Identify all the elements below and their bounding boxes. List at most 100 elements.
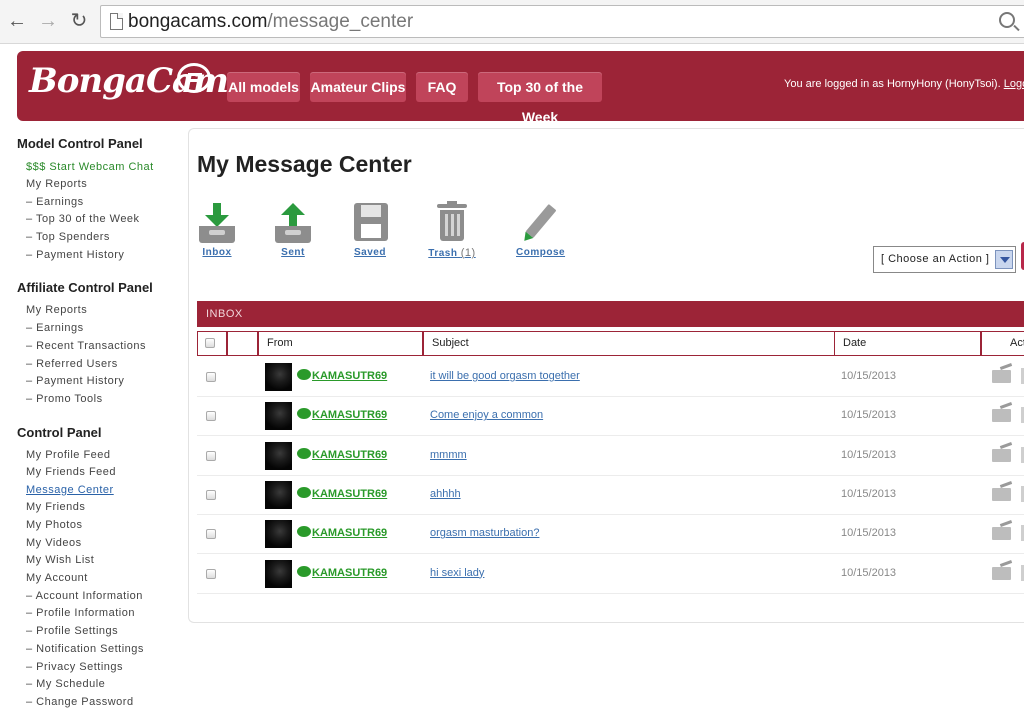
trash-button[interactable]: Trash (1) <box>427 201 477 259</box>
sidebar-item-my-account[interactable]: My Account <box>26 572 88 584</box>
sender-link[interactable]: KAMASUTR69 <box>297 486 387 500</box>
actions-column-header: Actio <box>981 331 1024 356</box>
sidebar-item-wish-list[interactable]: My Wish List <box>26 554 94 566</box>
avatar[interactable] <box>265 480 292 509</box>
nav-all-models[interactable]: All models <box>227 72 300 102</box>
table-row[interactable]: KAMASUTR69 ahhhh 10/15/2013 <box>197 476 1024 515</box>
sidebar-item-my-photos[interactable]: My Photos <box>26 519 82 531</box>
avatar[interactable] <box>265 441 292 470</box>
select-all-checkbox[interactable] <box>205 338 215 348</box>
row-checkbox[interactable] <box>206 489 216 500</box>
sidebar-item-my-friends[interactable]: My Friends <box>26 501 85 513</box>
table-row[interactable]: KAMASUTR69 orgasm masturbation? 10/15/2013 <box>197 515 1024 555</box>
sidebar-item-profile-feed[interactable]: My Profile Feed <box>26 449 111 461</box>
sidebar-item-account-information[interactable]: – Account Information <box>26 590 143 602</box>
sidebar-item-model-earnings[interactable]: – Earnings <box>26 196 84 208</box>
sidebar-item-change-password[interactable]: – Change Password <box>26 696 134 708</box>
row-checkbox[interactable] <box>206 372 216 382</box>
subject-link[interactable]: hi sexi lady <box>430 567 484 579</box>
compose-button[interactable]: Compose <box>516 201 565 258</box>
nav-faq[interactable]: FAQ <box>416 72 468 102</box>
sidebar-item-message-center[interactable]: Message Center <box>26 484 114 496</box>
sidebar-item-privacy-settings[interactable]: – Privacy Settings <box>26 661 123 673</box>
row-checkbox[interactable] <box>206 529 216 540</box>
browser-toolbar: ← → ↻ bongacams.com/message_center <box>0 0 1024 44</box>
from-column-header[interactable]: From <box>258 331 423 356</box>
nav-amateur-clips[interactable]: Amateur Clips <box>310 72 406 102</box>
avatar[interactable] <box>265 559 292 588</box>
table-row[interactable]: KAMASUTR69 mmmm 10/15/2013 <box>197 437 1024 476</box>
message-date: 10/15/2013 <box>841 487 897 500</box>
forward-icon[interactable] <box>992 448 1011 462</box>
sidebar-item-referred-users[interactable]: – Referred Users <box>26 358 118 370</box>
forward-icon[interactable] <box>992 370 1011 383</box>
date-column-header[interactable]: Date <box>834 331 981 356</box>
sidebar-item-model-reports[interactable]: My Reports <box>26 178 87 190</box>
sidebar-item-promo-tools[interactable]: – Promo Tools <box>26 393 103 405</box>
forward-icon[interactable] <box>992 527 1011 541</box>
saved-label[interactable]: Saved <box>350 247 390 258</box>
sidebar-item-my-videos[interactable]: My Videos <box>26 537 82 549</box>
chevron-down-icon[interactable] <box>995 250 1013 269</box>
sent-icon <box>273 201 313 243</box>
sender-link[interactable]: KAMASUTR69 <box>297 408 387 421</box>
message-date: 10/15/2013 <box>841 566 897 579</box>
sidebar-item-my-schedule[interactable]: – My Schedule <box>26 678 105 690</box>
row-checkbox[interactable] <box>206 450 216 461</box>
sidebar-item-affiliate-payment-history[interactable]: – Payment History <box>26 375 124 387</box>
search-icon[interactable] <box>999 12 1015 28</box>
sidebar-item-profile-information[interactable]: – Profile Information <box>26 607 135 619</box>
action-select[interactable]: [ Choose an Action ] <box>873 246 1016 273</box>
action-select-value: [ Choose an Action ] <box>881 253 990 265</box>
saved-button[interactable]: Saved <box>350 201 390 258</box>
sender-link[interactable]: KAMASUTR69 <box>297 447 387 461</box>
subject-link[interactable]: Come enjoy a common <box>430 409 543 421</box>
table-row[interactable]: KAMASUTR69 Come enjoy a common 10/15/2013 <box>197 397 1024 437</box>
message-date: 10/15/2013 <box>841 409 897 422</box>
compose-label[interactable]: Compose <box>516 247 565 258</box>
avatar[interactable] <box>265 402 292 431</box>
avatar[interactable] <box>265 520 292 549</box>
forward-arrow-icon[interactable]: → <box>37 9 59 33</box>
sidebar-item-recent-transactions[interactable]: – Recent Transactions <box>26 340 146 352</box>
subject-link[interactable]: orgasm masturbation? <box>430 527 539 539</box>
sidebar-item-profile-settings[interactable]: – Profile Settings <box>26 625 118 637</box>
forward-icon[interactable] <box>992 487 1011 501</box>
trash-label[interactable]: Trash <box>428 248 457 259</box>
subject-link[interactable]: mmmm <box>430 449 467 461</box>
address-bar[interactable]: bongacams.com/message_center <box>100 5 1024 38</box>
forward-icon[interactable] <box>992 566 1011 580</box>
table-row[interactable]: KAMASUTR69 hi sexi lady 10/15/2013 <box>197 555 1024 594</box>
inbox-button[interactable]: Inbox <box>197 201 237 258</box>
forward-icon[interactable] <box>992 409 1011 423</box>
row-checkbox[interactable] <box>206 411 216 422</box>
message-date: 10/15/2013 <box>841 370 897 382</box>
back-arrow-icon[interactable]: ← <box>6 9 28 33</box>
sender-link[interactable]: KAMASUTR69 <box>297 526 387 539</box>
subject-link[interactable]: ahhhh <box>430 488 461 500</box>
sidebar-item-top-30[interactable]: – Top 30 of the Week <box>26 213 140 225</box>
sender-link[interactable]: KAMASUTR69 <box>297 565 387 579</box>
sidebar-item-friends-feed[interactable]: My Friends Feed <box>26 466 116 478</box>
inbox-label[interactable]: Inbox <box>197 247 237 258</box>
sent-button[interactable]: Sent <box>273 201 313 258</box>
url-text[interactable]: bongacams.com/message_center <box>128 11 413 33</box>
logout-link[interactable]: Logou <box>1004 78 1024 90</box>
inbox-icon <box>197 201 237 243</box>
sidebar-item-affiliate-reports[interactable]: My Reports <box>26 304 87 316</box>
subject-link[interactable]: it will be good orgasm together <box>430 370 580 382</box>
sidebar-item-top-spenders[interactable]: – Top Spenders <box>26 231 110 243</box>
table-row[interactable]: KAMASUTR69 it will be good orgasm togethe… <box>197 358 1024 397</box>
row-checkbox[interactable] <box>206 568 216 579</box>
sent-label[interactable]: Sent <box>273 247 313 258</box>
reload-icon[interactable]: ↻ <box>68 9 90 33</box>
sender-link[interactable]: KAMASUTR69 <box>297 369 387 382</box>
sidebar-item-notification-settings[interactable]: – Notification Settings <box>26 643 144 655</box>
sidebar-item-model-payment-history[interactable]: – Payment History <box>26 249 124 261</box>
site-logo[interactable]: BongaCams <box>29 61 247 101</box>
nav-top-30[interactable]: Top 30 of the Week <box>478 72 602 125</box>
sidebar-item-start-chat[interactable]: $$$ Start Webcam Chat <box>26 161 154 173</box>
avatar[interactable] <box>265 363 292 391</box>
sidebar-item-affiliate-earnings[interactable]: – Earnings <box>26 322 84 334</box>
subject-column-header[interactable]: Subject <box>423 331 835 356</box>
